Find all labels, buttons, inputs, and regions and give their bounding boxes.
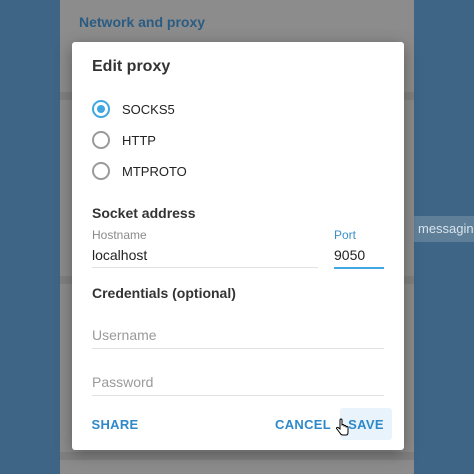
- radio-label: SOCKS5: [122, 101, 175, 117]
- username-input[interactable]: [92, 326, 384, 349]
- password-field[interactable]: [92, 373, 384, 396]
- hostname-input[interactable]: [92, 246, 318, 268]
- cancel-button[interactable]: CANCEL: [268, 408, 338, 440]
- radio-unchecked-icon[interactable]: [92, 131, 110, 149]
- background-divider: [60, 452, 414, 460]
- hand-cursor-icon: [335, 418, 349, 436]
- radio-http[interactable]: HTTP: [92, 129, 156, 151]
- radio-socks5[interactable]: SOCKS5: [92, 98, 175, 120]
- dialog-title: Edit proxy: [92, 58, 171, 75]
- edit-proxy-dialog: Edit proxy SOCKS5 HTTP MTPROTO Socket ad…: [72, 42, 404, 450]
- background-sidebar: [0, 0, 60, 474]
- radio-label: HTTP: [122, 132, 156, 148]
- radio-checked-icon[interactable]: [92, 100, 110, 118]
- socket-address-title: Socket address: [92, 205, 196, 221]
- share-button[interactable]: SHARE: [86, 408, 144, 440]
- port-input[interactable]: [334, 246, 384, 269]
- credentials-title: Credentials (optional): [92, 285, 236, 301]
- radio-label: MTPROTO: [122, 163, 187, 179]
- hostname-label: Hostname: [92, 228, 147, 242]
- radio-mtproto[interactable]: MTPROTO: [92, 160, 187, 182]
- background-section-title: Network and proxy: [79, 14, 206, 30]
- port-label: Port: [334, 228, 357, 242]
- background-side-label: messagin: [414, 216, 474, 242]
- radio-unchecked-icon[interactable]: [92, 162, 110, 180]
